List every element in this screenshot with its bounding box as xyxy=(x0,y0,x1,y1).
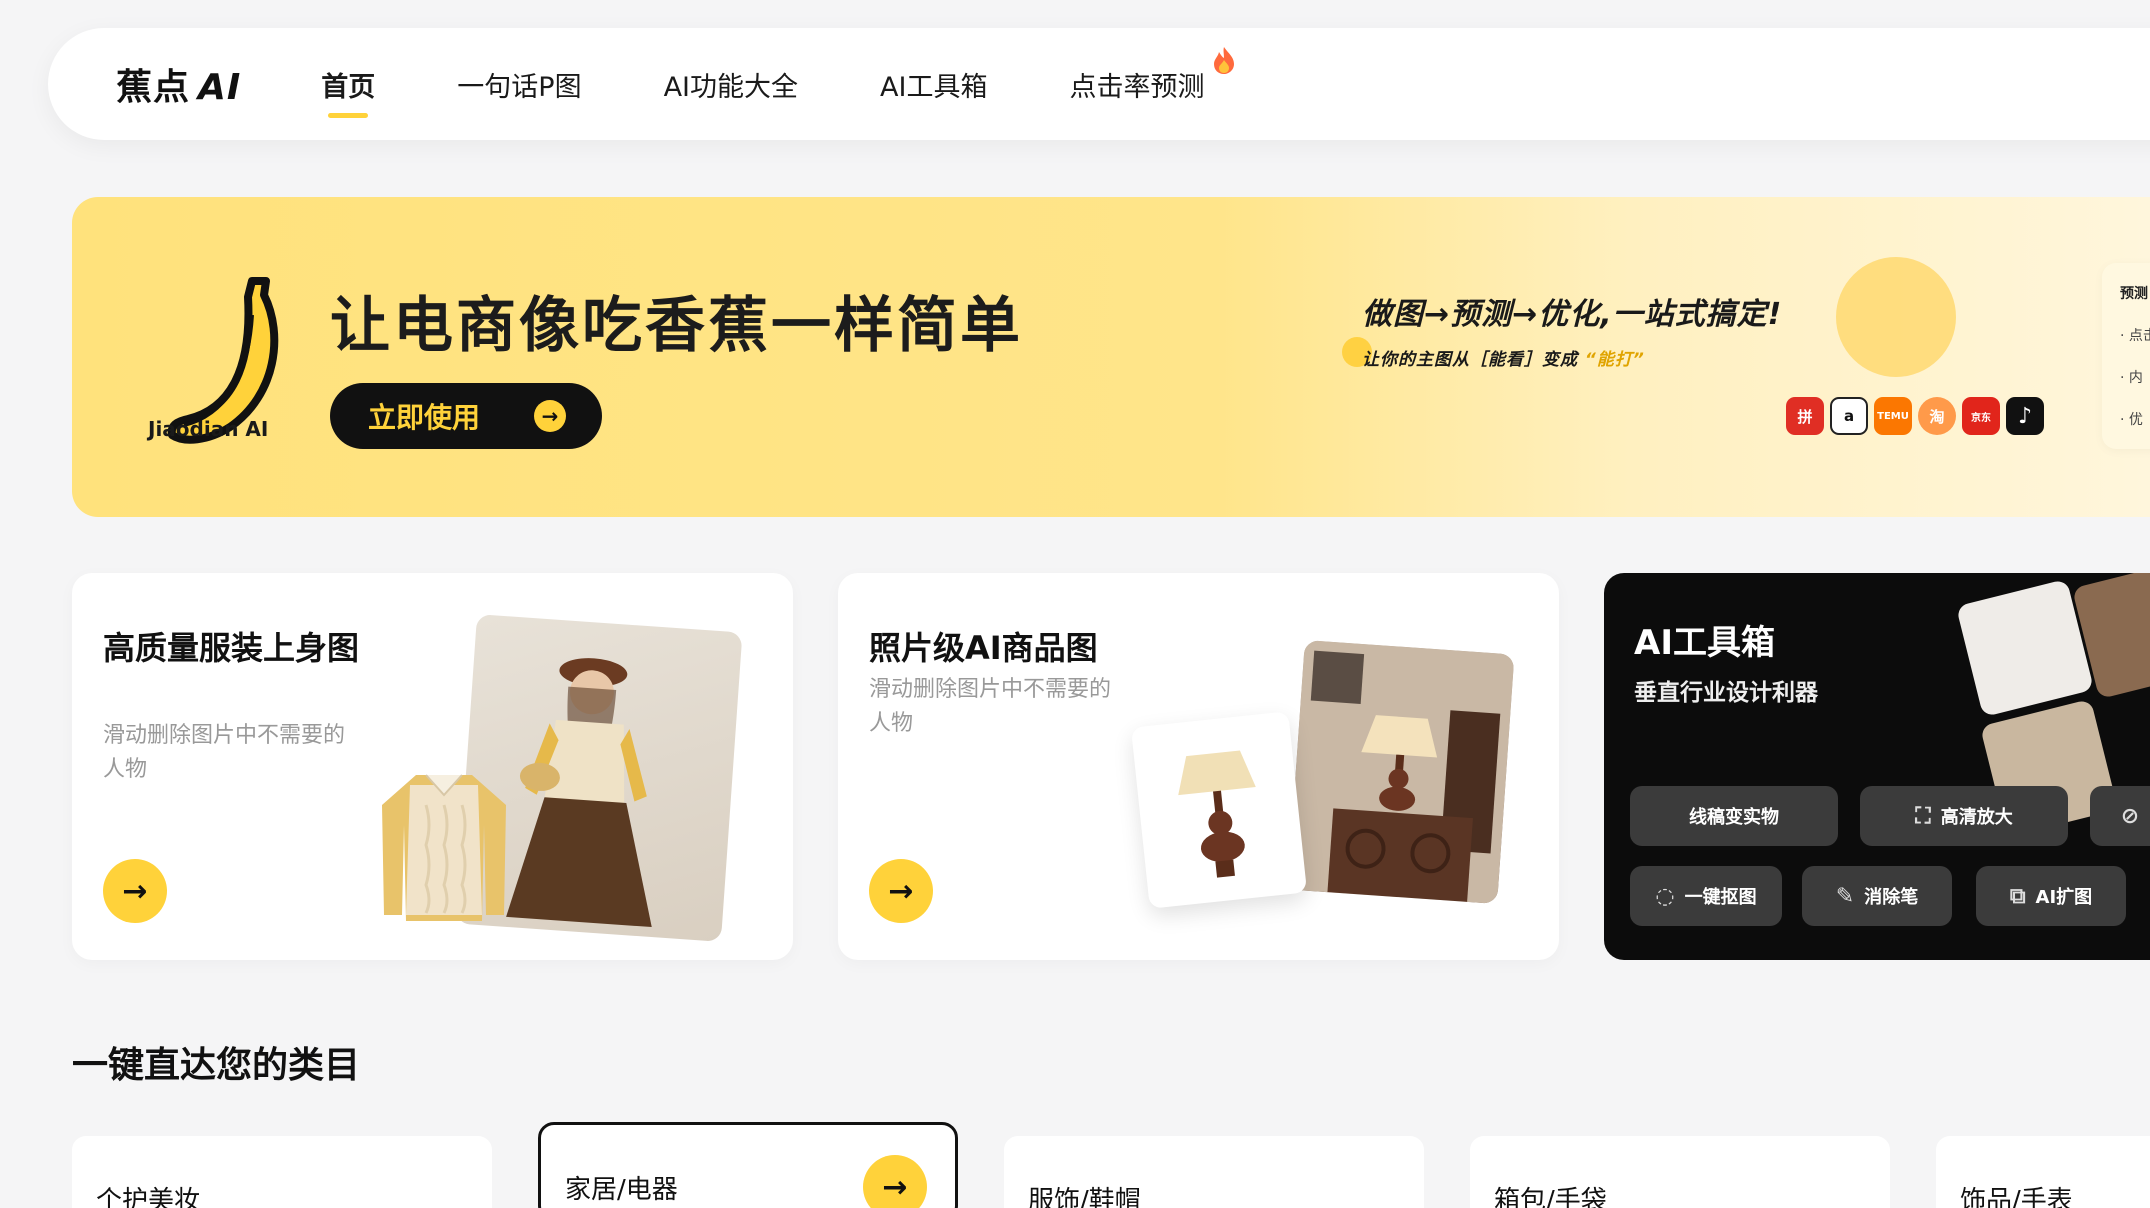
eraser-button[interactable]: ✎ 消除笔 xyxy=(1802,866,1952,926)
lamp-product-icon xyxy=(1178,750,1256,878)
sketch-to-real-button[interactable]: 线稿变实物 xyxy=(1630,786,1838,846)
side-card-item: · 内 xyxy=(2120,370,2143,386)
sweater-product xyxy=(382,774,506,921)
eraser-icon: ✎ xyxy=(1835,883,1855,909)
one-click-cutout-button[interactable]: ◌ 一键抠图 xyxy=(1630,866,1782,926)
category-label: 家居/电器 xyxy=(565,1175,678,1205)
lamp-scene-illustration xyxy=(1287,639,1515,905)
temu-icon: TEMU xyxy=(1874,397,1912,435)
more-tool-button[interactable]: ⊘ xyxy=(2090,786,2150,846)
expand-image-icon: ⧉ xyxy=(2009,883,2026,909)
product-thumbnail xyxy=(1955,578,2095,718)
card-title: 高质量服装上身图 xyxy=(103,629,360,667)
category-label: 饰品/手表 xyxy=(1960,1186,2073,1208)
category-section-title: 一键直达您的类目 xyxy=(72,1045,361,1086)
category-jewelry[interactable]: 饰品/手表 xyxy=(1936,1136,2150,1208)
arrow-right-icon[interactable]: → xyxy=(869,859,933,923)
category-label: 服饰/鞋帽 xyxy=(1028,1186,1141,1208)
hero-title: 让电商像吃香蕉一样简单 xyxy=(330,291,1023,361)
ai-expand-label: AI扩图 xyxy=(2035,887,2093,908)
arrow-right-icon: → xyxy=(534,400,566,432)
category-home-appliance[interactable]: 家居/电器 → xyxy=(538,1122,958,1208)
nav-item-ai-features[interactable]: AI功能大全 xyxy=(664,55,798,114)
feature-card-apparel[interactable]: 高质量服装上身图 滑动删除图片中不需要的人物 → xyxy=(72,573,793,960)
sketch-to-real-label: 线稿变实物 xyxy=(1689,807,1779,828)
jd-icon: 京东 xyxy=(1962,397,2000,435)
nav-item-home[interactable]: 首页 xyxy=(321,55,375,114)
category-beauty[interactable]: 个护美妆 xyxy=(72,1136,492,1208)
nav-item-one-sentence-edit[interactable]: 一句话P图 xyxy=(457,55,581,114)
slash-icon: ⊘ xyxy=(2120,803,2140,829)
category-bags[interactable]: 箱包/手袋 xyxy=(1470,1136,1890,1208)
toolbox-subtitle: 垂直行业设计利器 xyxy=(1634,680,1818,706)
nav-menu: 首页 一句话P图 AI功能大全 AI工具箱 点击率预测 xyxy=(321,46,1286,114)
hd-upscale-label: 高清放大 xyxy=(1940,807,2013,828)
hero-slogan: 做图→预测→优化,一站式搞定! xyxy=(1362,297,1783,332)
hd-upscale-button[interactable]: ⛶ 高清放大 xyxy=(1860,786,2068,846)
brand-logo[interactable]: 蕉点 AI xyxy=(116,58,241,110)
hero-banner: Jiaodian AI 让电商像吃香蕉一样简单 立即使用 → 做图→预测→优化,… xyxy=(72,197,2150,517)
one-click-cutout-label: 一键抠图 xyxy=(1684,887,1757,908)
hero-sub-prefix: 让你的主图从［能看］变成 xyxy=(1362,350,1578,370)
eraser-label: 消除笔 xyxy=(1864,887,1919,908)
category-label: 个护美妆 xyxy=(96,1186,201,1208)
feature-card-product-photo[interactable]: 照片级AI商品图 滑动删除图片中不需要的人物 → xyxy=(838,573,1559,960)
pinduoduo-icon: 拼 xyxy=(1786,397,1824,435)
fire-icon xyxy=(1214,46,1235,74)
use-now-label: 立即使用 xyxy=(368,401,481,434)
arrow-right-icon: → xyxy=(863,1155,927,1208)
use-now-button[interactable]: 立即使用 → xyxy=(330,383,602,449)
arrow-right-icon[interactable]: → xyxy=(103,859,167,923)
side-card-item: · 点击 xyxy=(2120,328,2150,344)
card-desc: 滑动删除图片中不需要的人物 xyxy=(869,677,1112,736)
lamp-product-card xyxy=(1130,711,1308,909)
taobao-icon: 淘 xyxy=(1918,397,1956,435)
tiktok-icon: ♪ xyxy=(2006,397,2044,435)
card-title: 照片级AI商品图 xyxy=(869,629,1098,667)
predict-side-card[interactable]: 预测 · 点击 · 内 · 优 xyxy=(2102,263,2150,449)
decor-circle xyxy=(1836,257,1956,377)
nav-item-ctr-predict[interactable]: 点击率预测 xyxy=(1069,46,1235,114)
side-card-title: 预测 xyxy=(2120,286,2148,302)
logo-ai: AI xyxy=(198,67,242,108)
amazon-icon: a xyxy=(1830,397,1868,435)
lamp-scene-photo xyxy=(1287,639,1515,905)
nav-item-ai-toolbox[interactable]: AI工具箱 xyxy=(880,55,987,114)
ai-expand-button[interactable]: ⧉ AI扩图 xyxy=(1976,866,2126,926)
hero-subline: 让你的主图从［能看］变成 “能打” xyxy=(1362,345,1645,370)
category-apparel[interactable]: 服饰/鞋帽 xyxy=(1004,1136,1424,1208)
brand-text: Jiaodian AI xyxy=(148,417,269,441)
logo-text: 蕉点 xyxy=(116,67,191,108)
ai-toolbox-card[interactable]: AI工具箱 垂直行业设计利器 线稿变实物 ⛶ 高清放大 ⊘ ◌ 一键抠图 ✎ 消… xyxy=(1604,573,2150,960)
lasso-icon: ◌ xyxy=(1655,883,1675,909)
toolbox-title: AI工具箱 xyxy=(1634,623,1775,663)
category-label: 箱包/手袋 xyxy=(1494,1186,1607,1208)
focus-frame-icon: ⛶ xyxy=(1915,803,1931,829)
top-nav: 蕉点 AI 首页 一句话P图 AI功能大全 AI工具箱 点击率预测 xyxy=(48,28,2150,140)
hero-sub-highlight: “能打” xyxy=(1584,350,1645,370)
card-desc: 滑动删除图片中不需要的人物 xyxy=(103,723,346,782)
platform-logos: 拼 a TEMU 淘 京东 ♪ xyxy=(1786,397,2044,435)
nav-item-ctr-label: 点击率预测 xyxy=(1069,71,1205,103)
side-card-item: · 优 xyxy=(2120,412,2143,428)
